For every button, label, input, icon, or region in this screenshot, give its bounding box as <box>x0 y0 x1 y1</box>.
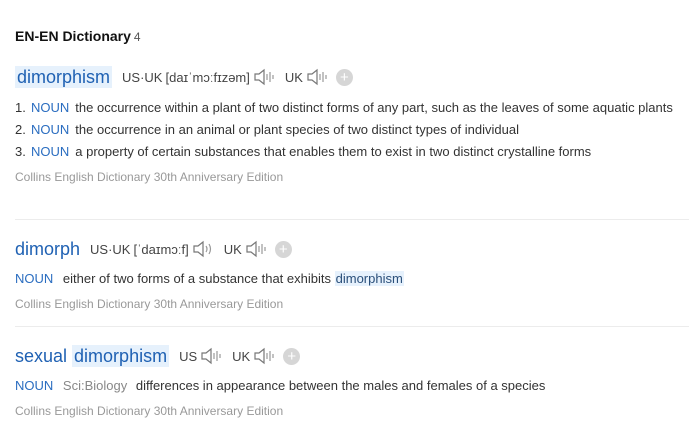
part-of-speech: NOUN <box>31 144 70 159</box>
entry-header: dimorph US·UK [ˈdaɪmɔːf] UK + <box>15 237 689 261</box>
pronunciation-us: US <box>179 347 222 365</box>
sense-number: 2. <box>15 122 26 137</box>
speaker-icon[interactable] <box>253 68 275 86</box>
definition: a property of certain substances that en… <box>75 144 592 159</box>
part-of-speech: NOUN <box>15 271 54 286</box>
pron-us-label: US·UK <box>122 69 163 85</box>
speaker-icon[interactable] <box>306 68 328 86</box>
entry-header: sexual dimorphism US UK + <box>15 344 689 368</box>
pron-us-label: US·UK <box>90 241 131 257</box>
part-of-speech: NOUN <box>15 378 54 393</box>
source-attribution: Collins English Dictionary 30th Annivers… <box>15 297 284 311</box>
pron-uk-label: UK <box>284 69 303 85</box>
pron-us-label: US <box>179 348 198 364</box>
entry-dimorph: dimorph US·UK [ˈdaɪmɔːf] UK + NOUN eithe… <box>15 237 689 311</box>
headword[interactable]: dimorph <box>15 239 80 260</box>
headword[interactable]: dimorphism <box>15 65 113 88</box>
speaker-icon[interactable] <box>253 347 275 365</box>
definition: either of two forms of a substance that … <box>63 271 404 286</box>
source-attribution: Collins English Dictionary 30th Annivers… <box>15 170 284 184</box>
speaker-icon[interactable] <box>245 240 267 258</box>
speaker-icon[interactable] <box>200 347 222 365</box>
add-icon[interactable]: + <box>283 347 301 365</box>
pronunciation-uk: UK <box>232 347 275 365</box>
subject-label: Sci:Biology <box>62 378 128 393</box>
dictionary-title: EN-EN Dictionary 4 <box>15 28 141 44</box>
entry-header: dimorphism US·UK [daɪˈmɔːfɪzəm] UK + <box>15 65 689 89</box>
speaker-icon[interactable] <box>192 240 214 258</box>
headword[interactable]: sexual dimorphism <box>15 344 170 367</box>
sense-item: 3. NOUN a property of certain substances… <box>15 141 689 162</box>
definition-row: NOUN either of two forms of a substance … <box>15 269 689 289</box>
definition: differences in appearance between the ma… <box>135 378 546 393</box>
sense-number: 1. <box>15 100 26 115</box>
part-of-speech: NOUN <box>31 100 70 115</box>
dictionary-count: 4 <box>133 30 141 44</box>
pronunciation-uk: UK <box>285 68 328 86</box>
pronunciation-uk: UK <box>224 240 267 258</box>
entry-dimorphism: dimorphism US·UK [daɪˈmɔːfɪzəm] UK + 1. … <box>15 65 689 184</box>
entry-sexual-dimorphism: sexual dimorphism US UK + NOUN Sci:Biolo… <box>15 344 689 418</box>
pron-us-text: [ˈdaɪmɔːf] <box>133 241 189 257</box>
headword-text[interactable]: dimorphism <box>15 65 113 88</box>
sense-number: 3. <box>15 144 26 159</box>
definition: the occurrence within a plant of two dis… <box>75 100 673 115</box>
source-attribution: Collins English Dictionary 30th Annivers… <box>15 404 284 418</box>
sense-list: 1. NOUN the occurrence within a plant of… <box>15 97 689 162</box>
divider <box>15 219 689 220</box>
add-icon[interactable]: + <box>274 240 292 258</box>
dictionary-title-text: EN-EN Dictionary <box>15 28 131 44</box>
pron-uk-label: UK <box>232 348 251 364</box>
pron-us-text: [daɪˈmɔːfɪzəm] <box>165 69 250 85</box>
definition-row: NOUN Sci:Biology differences in appearan… <box>15 376 689 396</box>
headword-highlight[interactable]: dimorphism <box>72 344 170 367</box>
definition-link[interactable]: dimorphism <box>334 271 404 286</box>
pronunciation-us: US·UK [ˈdaɪmɔːf] <box>90 240 214 258</box>
headword-text[interactable]: sexual <box>15 346 67 366</box>
add-icon[interactable]: + <box>335 68 353 86</box>
sense-item: 2. NOUN the occurrence in an animal or p… <box>15 119 689 140</box>
divider <box>15 326 689 327</box>
pronunciation-us: US·UK [daɪˈmɔːfɪzəm] <box>122 68 275 86</box>
part-of-speech: NOUN <box>31 122 70 137</box>
definition-text: either of two forms of a substance that … <box>62 271 331 286</box>
definition: the occurrence in an animal or plant spe… <box>75 122 519 137</box>
sense-item: 1. NOUN the occurrence within a plant of… <box>15 97 689 118</box>
pron-uk-label: UK <box>223 241 242 257</box>
